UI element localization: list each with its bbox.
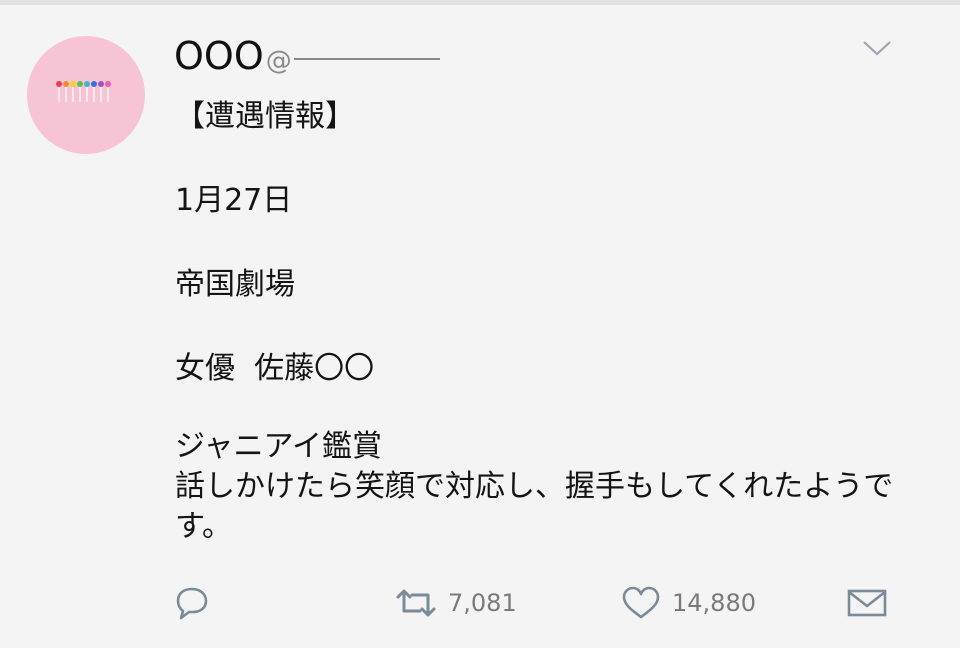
avatar[interactable] [27,36,145,154]
heart-icon [622,586,660,619]
like-count: 14,880 [672,589,756,617]
retweet-button[interactable]: 7,081 [394,585,517,621]
direct-message-button[interactable] [846,587,888,619]
chevron-down-icon[interactable] [862,38,892,58]
tweet-text-line: 1月27日 [175,183,293,218]
top-divider [0,0,960,5]
like-button[interactable]: 14,880 [620,585,756,621]
tweet-text-paragraph: ジャニアイ鑑賞 話しかけたら笑顔で対応し、握手もしてくれたようです。 [175,429,894,544]
reply-button[interactable] [172,585,212,621]
retweet-count: 7,081 [448,589,517,617]
retweet-icon [396,589,436,617]
tweet-text-line: 女優 佐藤〇〇 [175,351,375,386]
author-row: OOO @ [174,34,440,78]
tweet-text-line: 【遭遇情報】 [175,99,355,134]
username-handle[interactable]: @ [266,46,292,76]
reply-icon [176,587,208,620]
display-name[interactable]: OOO [174,34,264,78]
action-bar: 7,081 14,880 [0,585,960,625]
mail-icon [847,589,887,617]
avatar-image [56,81,111,102]
tweet-text-line: 帝国劇場 [175,267,295,302]
username-redacted [293,58,440,60]
